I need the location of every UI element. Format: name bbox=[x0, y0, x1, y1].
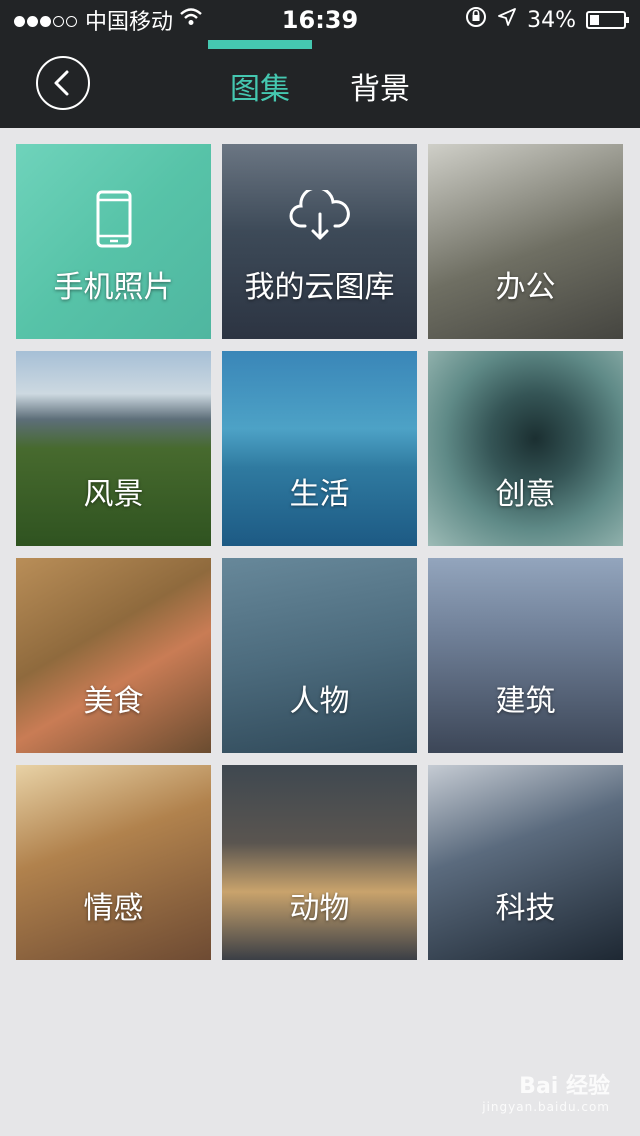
watermark-url: jingyan.baidu.com bbox=[482, 1100, 610, 1114]
category-tile-technology[interactable]: 科技 bbox=[428, 765, 623, 960]
category-tile-people[interactable]: 人物 bbox=[222, 558, 417, 753]
chevron-left-icon bbox=[54, 70, 69, 96]
tile-label: 人物 bbox=[289, 684, 350, 719]
tile-label: 科技 bbox=[495, 891, 556, 926]
category-tile-emotion[interactable]: 情感 bbox=[16, 765, 211, 960]
category-tile-phone-photos[interactable]: 手机照片 bbox=[16, 144, 211, 339]
rotation-lock-icon bbox=[465, 6, 487, 34]
category-tile-food[interactable]: 美食 bbox=[16, 558, 211, 753]
tile-label: 手机照片 bbox=[53, 270, 174, 305]
category-tile-animals[interactable]: 动物 bbox=[222, 765, 417, 960]
tile-label: 建筑 bbox=[495, 684, 556, 719]
category-tile-office[interactable]: 办公 bbox=[428, 144, 623, 339]
header: 图集 背景 bbox=[0, 40, 640, 128]
category-grid: 手机照片 我的云图库 办公 风景 生活 创意 美食 人物 建筑 情感 动物 科技 bbox=[16, 144, 624, 960]
status-bar: 中国移动 16:39 34% bbox=[0, 0, 640, 40]
watermark-text: Bai 经验 bbox=[519, 1074, 610, 1099]
tile-label: 情感 bbox=[83, 891, 144, 926]
tile-label: 办公 bbox=[495, 270, 556, 305]
tile-label: 我的云图库 bbox=[244, 270, 395, 305]
status-right: 34% bbox=[465, 6, 629, 34]
baidu-jingyan-watermark: Bai 经验 jingyan.baidu.com bbox=[480, 1068, 610, 1114]
category-tile-life[interactable]: 生活 bbox=[222, 351, 417, 546]
cloud-download-icon bbox=[222, 186, 417, 246]
tab-indicator bbox=[208, 40, 312, 49]
tile-label: 风景 bbox=[83, 477, 144, 512]
battery-icon bbox=[586, 11, 629, 29]
category-tile-creative[interactable]: 创意 bbox=[428, 351, 623, 546]
battery-percent: 34% bbox=[527, 7, 576, 33]
tile-label: 生活 bbox=[289, 477, 350, 512]
tile-label: 美食 bbox=[83, 684, 144, 719]
category-tile-architecture[interactable]: 建筑 bbox=[428, 558, 623, 753]
tab-background[interactable]: 背景 bbox=[350, 70, 410, 110]
phone-icon bbox=[16, 190, 211, 252]
tile-label: 动物 bbox=[289, 891, 350, 926]
tab-gallery[interactable]: 图集 bbox=[230, 70, 290, 110]
back-button[interactable] bbox=[36, 56, 90, 110]
tile-label: 创意 bbox=[495, 477, 556, 512]
location-icon bbox=[497, 7, 517, 33]
category-tile-cloud-gallery[interactable]: 我的云图库 bbox=[222, 144, 417, 339]
category-tile-scenery[interactable]: 风景 bbox=[16, 351, 211, 546]
